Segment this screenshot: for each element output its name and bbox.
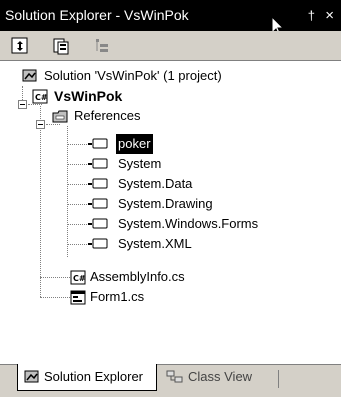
collapse-icon[interactable] bbox=[36, 120, 45, 129]
solution-tree: Solution 'VsWinPok' (1 project) C# VsWin… bbox=[0, 62, 341, 364]
assembly-reference-icon bbox=[88, 198, 108, 209]
tree-item-solution[interactable]: Solution 'VsWinPok' (1 project) bbox=[22, 66, 322, 86]
reference-item[interactable]: System bbox=[88, 154, 288, 174]
refresh-icon[interactable] bbox=[10, 36, 30, 56]
tree-line bbox=[40, 297, 70, 298]
panel-tabs: Solution Explorer Class View bbox=[0, 364, 341, 397]
tab-class-view[interactable]: Class View bbox=[160, 367, 280, 391]
file-item[interactable]: C# AssemblyInfo.cs bbox=[70, 267, 270, 287]
solution-label: Solution 'VsWinPok' (1 project) bbox=[44, 68, 222, 83]
assembly-reference-icon bbox=[88, 178, 108, 189]
svg-text:C#: C# bbox=[35, 93, 48, 102]
reference-item[interactable]: System.Windows.Forms bbox=[88, 214, 328, 234]
assembly-reference-icon bbox=[88, 238, 108, 249]
tab-label: Class View bbox=[188, 369, 253, 384]
properties-icon[interactable] bbox=[51, 36, 71, 56]
form-file-icon bbox=[70, 290, 86, 305]
close-icon[interactable]: × bbox=[325, 0, 334, 31]
tab-label: Solution Explorer bbox=[44, 369, 143, 384]
solution-icon bbox=[22, 69, 37, 82]
csharp-file-icon: C# bbox=[70, 270, 86, 285]
collapse-icon[interactable] bbox=[18, 100, 27, 109]
tree-line bbox=[40, 277, 70, 278]
csharp-project-icon: C# bbox=[32, 89, 48, 104]
file-label: Form1.cs bbox=[90, 289, 145, 304]
tab-solution-explorer[interactable]: Solution Explorer bbox=[17, 364, 157, 391]
reference-label: System bbox=[118, 156, 162, 171]
reference-label: System.Drawing bbox=[118, 196, 213, 211]
show-all-files-icon[interactable] bbox=[92, 36, 112, 56]
tree-line bbox=[67, 126, 68, 257]
reference-item[interactable]: poker bbox=[88, 134, 288, 154]
file-label: AssemblyInfo.cs bbox=[90, 269, 185, 284]
tree-line bbox=[40, 106, 41, 297]
reference-item[interactable]: System.XML bbox=[88, 234, 288, 254]
assembly-reference-icon bbox=[88, 138, 108, 149]
references-folder-icon bbox=[52, 110, 68, 123]
reference-item[interactable]: System.Data bbox=[88, 174, 288, 194]
reference-label: System.Data bbox=[118, 176, 193, 191]
file-item[interactable]: Form1.cs bbox=[70, 287, 270, 307]
references-label: References bbox=[74, 108, 141, 123]
title-bar: Solution Explorer - VsWinPok † × bbox=[0, 0, 341, 31]
project-label: VsWinPok bbox=[54, 88, 123, 104]
tree-item-project[interactable]: C# VsWinPok bbox=[32, 86, 232, 106]
toolbar bbox=[0, 31, 341, 61]
reference-label: poker bbox=[116, 134, 153, 154]
class-view-icon bbox=[166, 370, 183, 383]
window-title: Solution Explorer - VsWinPok bbox=[5, 7, 189, 23]
tab-divider bbox=[278, 370, 279, 388]
svg-text:C#: C# bbox=[73, 274, 86, 283]
tree-item-references[interactable]: References bbox=[52, 106, 252, 126]
reference-label: System.XML bbox=[118, 236, 192, 251]
assembly-reference-icon bbox=[88, 158, 108, 169]
reference-label: System.Windows.Forms bbox=[118, 216, 259, 231]
assembly-reference-icon bbox=[88, 218, 108, 229]
pin-icon[interactable]: † bbox=[308, 0, 315, 31]
solution-icon bbox=[24, 370, 39, 383]
reference-item[interactable]: System.Drawing bbox=[88, 194, 288, 214]
